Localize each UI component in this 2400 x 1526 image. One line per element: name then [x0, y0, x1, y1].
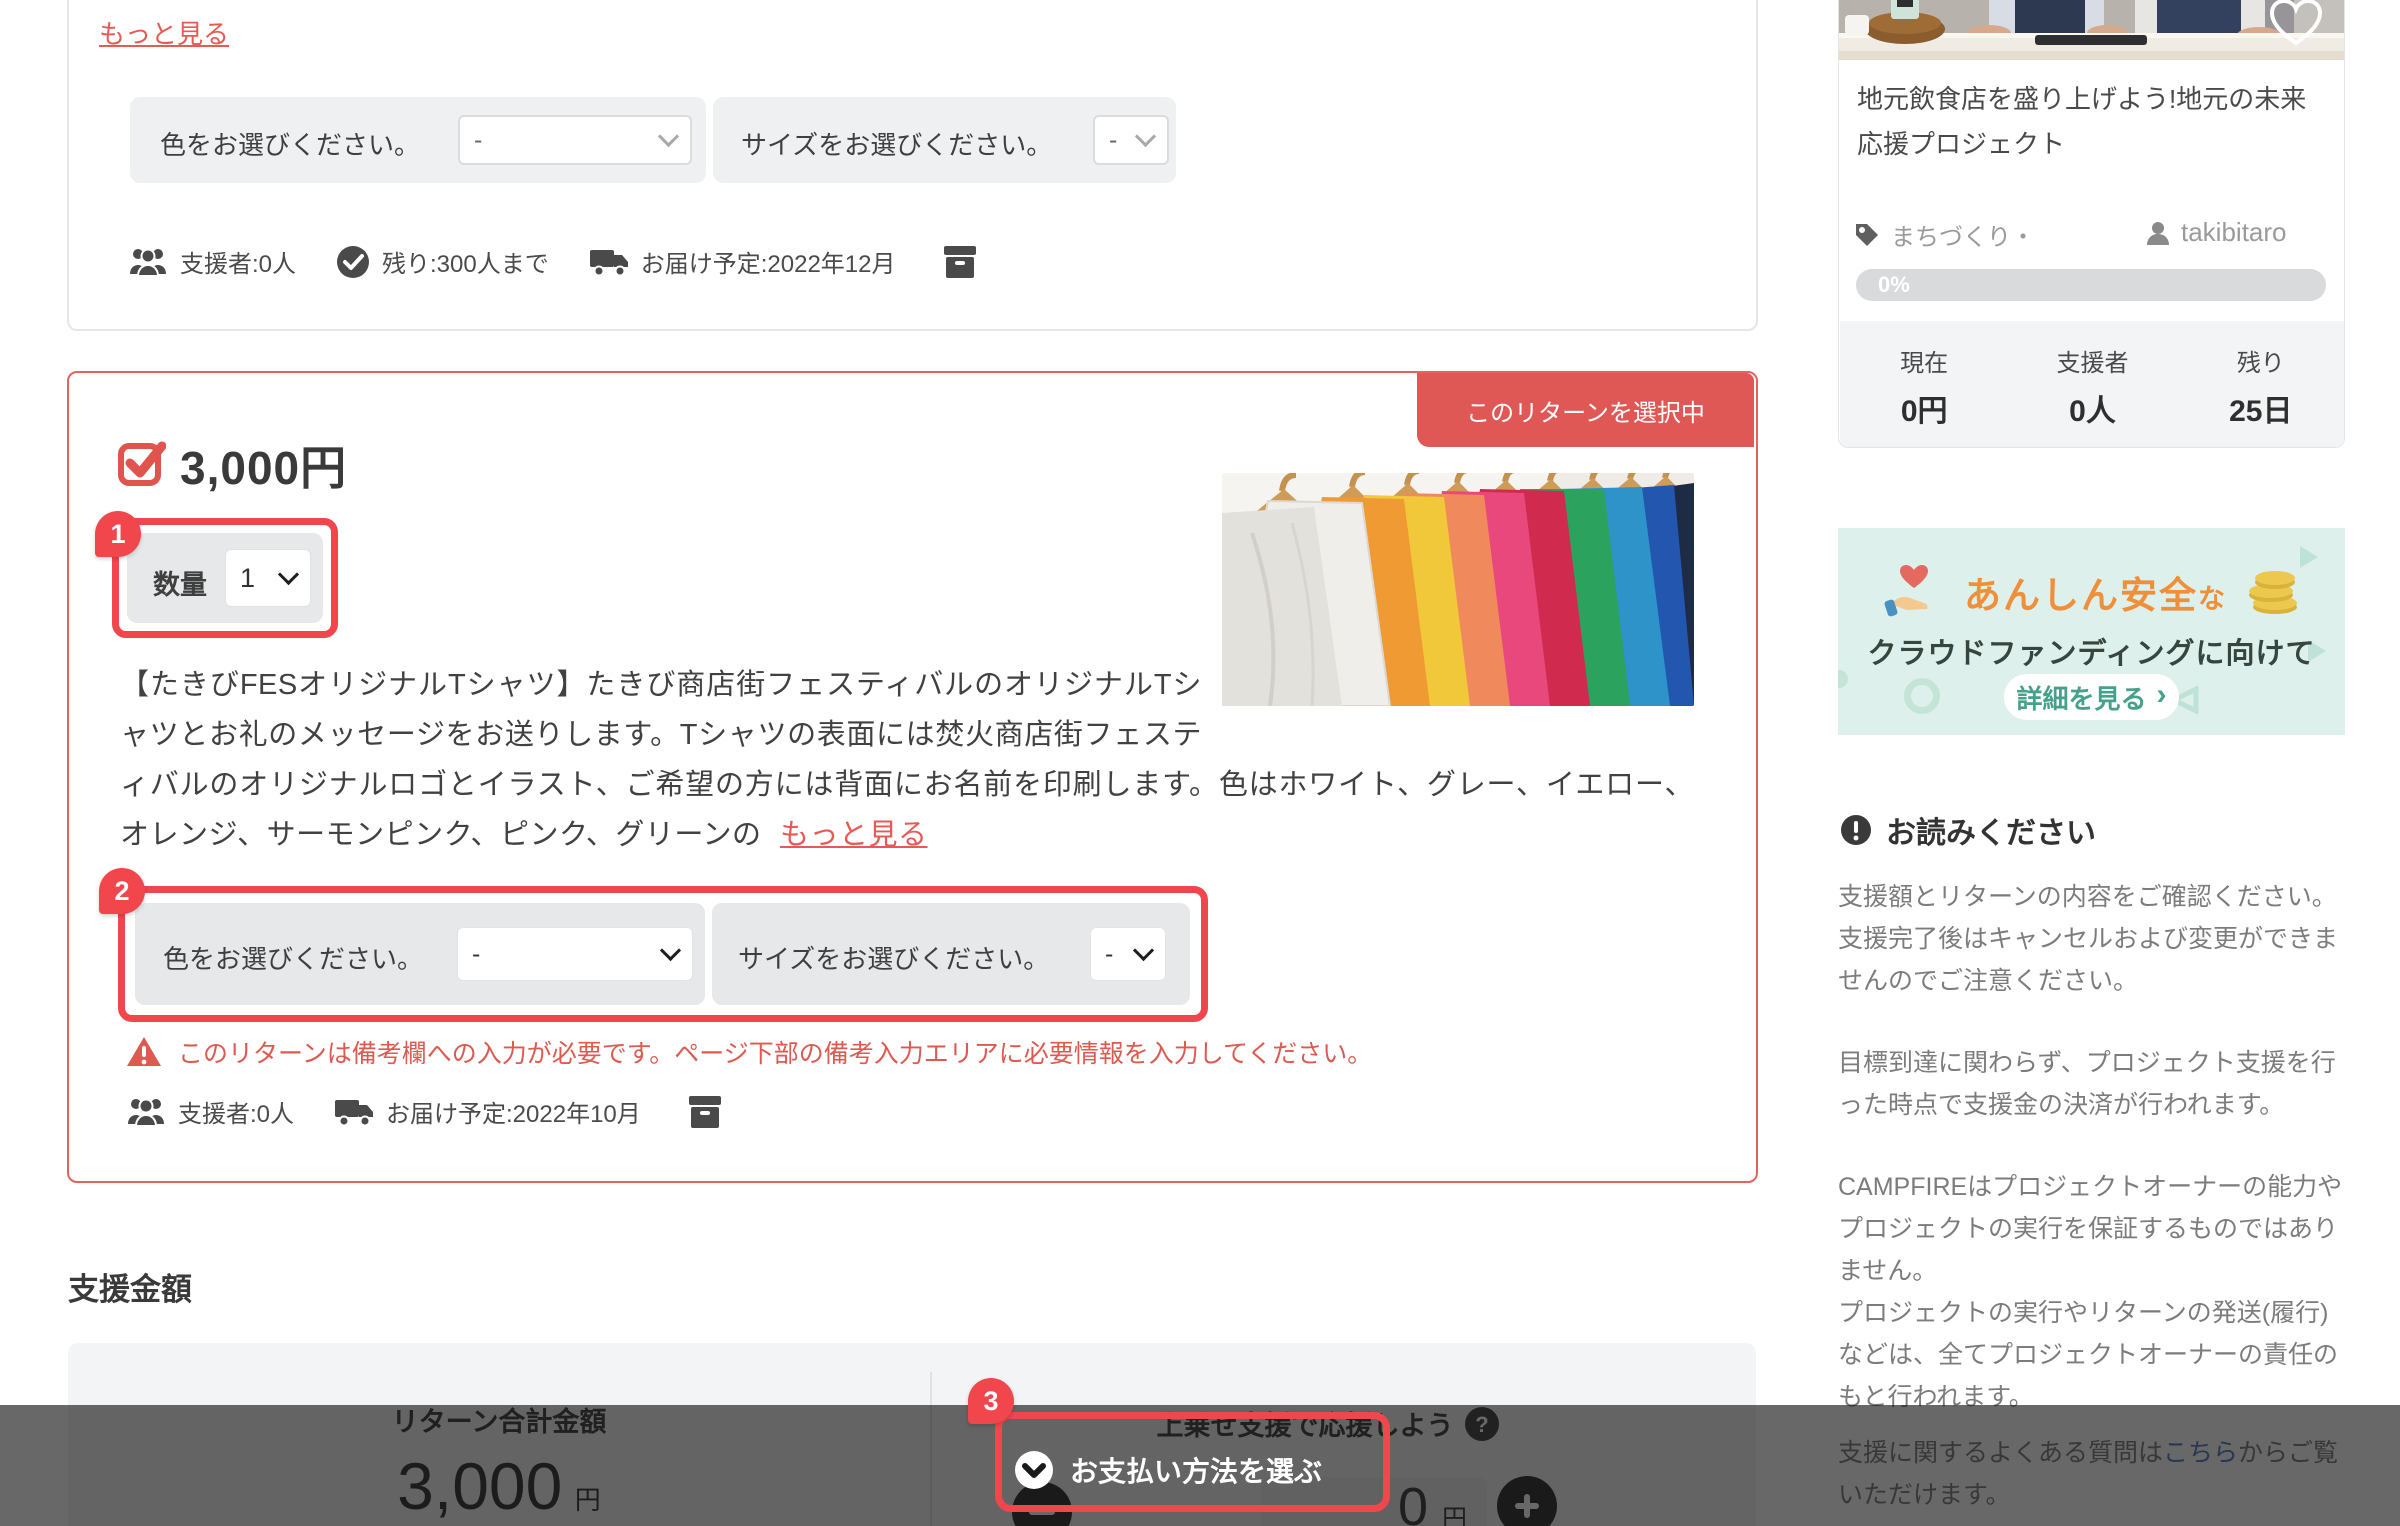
return-meta-top: 支援者:0人 残り:300人まで お届け予定:2022年12月 — [128, 244, 978, 279]
delivery-meta: お届け予定:2022年10月 — [334, 1094, 641, 1129]
archive-box-icon[interactable] — [687, 1095, 723, 1129]
description-image-spacer — [1202, 660, 1694, 760]
people-icon — [126, 1096, 166, 1128]
color-select-top[interactable]: - — [458, 115, 692, 165]
favorite-heart-icon[interactable] — [2270, 0, 2322, 47]
decor-dot — [1838, 670, 1848, 688]
color-option-label: 色をお選びください。 — [163, 939, 423, 976]
chevron-down-icon — [658, 125, 679, 146]
chevron-down-circle-icon — [1014, 1450, 1054, 1490]
size-option-label: サイズをお選びください。 — [741, 125, 1052, 162]
alert-circle-icon — [1840, 814, 1872, 846]
step-badge-1: 1 — [95, 511, 141, 557]
quantity-label: 数量 — [153, 563, 207, 602]
return-meta-selected: 支援者:0人 お届け予定:2022年10月 — [126, 1094, 723, 1129]
project-title[interactable]: 地元飲食店を盛り上げよう!地元の未来応援プロジェクト — [1857, 77, 2331, 167]
color-option-label: 色をお選びください。 — [160, 125, 420, 162]
notice-heading: お読みください — [1840, 808, 2096, 852]
project-owner[interactable]: takibitaro — [2145, 217, 2287, 248]
return-price: 3,000円 — [180, 432, 347, 498]
selected-checkbox-icon[interactable] — [118, 438, 166, 486]
step-badge-2: 2 — [99, 868, 145, 914]
quantity-box: 数量 1 — [127, 533, 323, 623]
stat-current: 現在 0円 — [1840, 321, 2008, 448]
decor-ring — [1904, 678, 1940, 714]
banner-title-row: あんしん安全な — [1838, 562, 2345, 622]
more-link-description[interactable]: もっと見る — [780, 819, 928, 851]
project-stats-box: 現在 0円 支援者 0人 残り 25日 — [1840, 321, 2345, 448]
hand-heart-icon — [1884, 562, 1946, 622]
people-icon — [128, 246, 168, 278]
chevron-down-icon — [278, 563, 299, 584]
size-option-label: サイズをお選びください。 — [738, 939, 1049, 976]
notice-paragraph: プロジェクトの実行やリターンの発送(履行)などは、全てプロジェクトオーナーの責任… — [1838, 1292, 2350, 1418]
color-select-value: - — [472, 940, 480, 969]
banner-subtitle: クラウドファンディングに向けて — [1838, 630, 2345, 672]
size-option-box-top: サイズをお選びください。 - — [713, 97, 1176, 183]
notice-paragraph: CAMPFIREはプロジェクトオーナーの能力やプロジェクトの実行を保証するもので… — [1838, 1166, 2350, 1292]
step-badge-3: 3 — [968, 1378, 1014, 1424]
coins-icon — [2245, 569, 2299, 615]
quantity-value: 1 — [240, 563, 255, 594]
chevron-down-icon — [660, 939, 681, 960]
stat-days-left: 残り 25日 — [2177, 321, 2345, 448]
remarks-warning: このリターンは備考欄への入力が必要です。ページ下部の備考入力エリアに必要情報を入… — [126, 1034, 1372, 1070]
person-icon — [2145, 220, 2171, 246]
color-select-selected[interactable]: - — [457, 927, 693, 981]
truck-icon — [589, 247, 629, 277]
quantity-select[interactable]: 1 — [225, 549, 311, 607]
safety-banner[interactable]: あんしん安全な クラウドファンディングに向けて 詳細を見る › — [1838, 528, 2345, 735]
progress-percent: 0% — [1878, 272, 1910, 298]
size-select-value: - — [1105, 940, 1113, 969]
delivery-meta: お届け予定:2022年12月 — [589, 244, 896, 279]
project-summary-card: 地元飲食店を盛り上げよう!地元の未来応援プロジェクト まちづくり・ takibi… — [1838, 0, 2345, 448]
check-circle-icon — [336, 245, 370, 279]
progress-bar: 0% — [1856, 269, 2326, 301]
project-category[interactable]: まちづくり・ — [1853, 217, 2035, 252]
size-select-selected[interactable]: - — [1090, 927, 1166, 981]
size-option-box-selected: サイズをお選びください。 - — [712, 903, 1190, 1005]
supporters-meta: 支援者:0人 — [128, 244, 296, 279]
truck-icon — [334, 1097, 374, 1127]
color-option-box-top: 色をお選びください。 - — [130, 97, 706, 183]
warning-icon — [126, 1036, 162, 1068]
chevron-down-icon — [1133, 939, 1154, 960]
return-description: 【たきびFESオリジナルTシャツ】たきび商店街フェスティバルのオリジナルTシャツ… — [120, 660, 1694, 860]
payment-method-button[interactable]: お支払い方法を選ぶ — [1014, 1450, 1322, 1490]
stat-supporters: 支援者 0人 — [2008, 321, 2176, 448]
supporters-meta: 支援者:0人 — [126, 1094, 294, 1129]
selected-return-badge: このリターンを選択中 — [1417, 373, 1754, 447]
notice-paragraph: 支援額とリターンの内容をご確認ください。支援完了後はキャンセルおよび変更ができま… — [1838, 876, 2350, 1002]
size-select-top[interactable]: - — [1093, 115, 1169, 165]
support-amount-heading: 支援金額 — [68, 1264, 192, 1309]
color-option-box-selected: 色をお選びください。 - — [135, 903, 705, 1005]
pledge-page: もっと見る 色をお選びください。 - サイズをお選びください。 - 支援者:0人… — [0, 0, 2400, 1526]
notice-paragraph: 目標到達に関わらず、プロジェクト支援を行った時点で支援金の決済が行われます。 — [1838, 1042, 2350, 1126]
size-select-value: - — [1109, 126, 1117, 155]
banner-title: あんしん安全な — [1964, 565, 2227, 619]
more-link-top[interactable]: もっと見る — [99, 14, 229, 51]
archive-box-icon[interactable] — [942, 245, 978, 279]
color-select-value: - — [474, 126, 482, 155]
remaining-meta: 残り:300人まで — [336, 244, 549, 279]
tag-icon — [1853, 221, 1881, 249]
chevron-right-icon: › — [2157, 680, 2167, 710]
chevron-down-icon — [1135, 125, 1156, 146]
banner-detail-button[interactable]: 詳細を見る › — [2004, 674, 2179, 720]
